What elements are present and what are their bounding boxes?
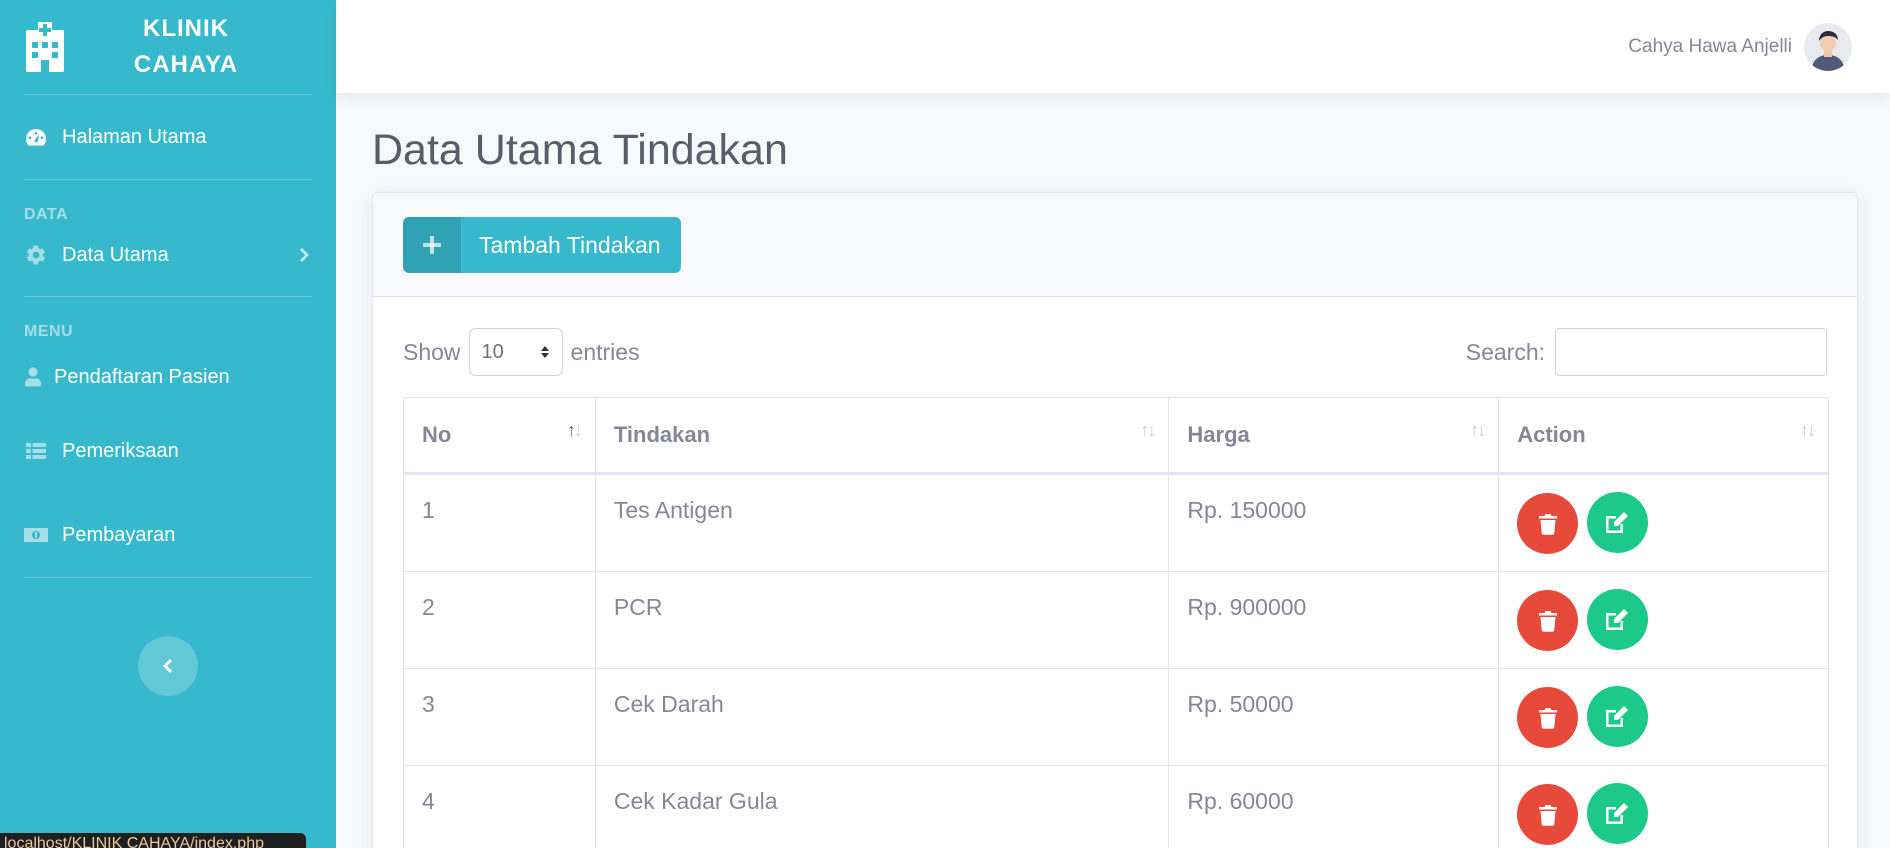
add-tindakan-button[interactable]: Tambah Tindakan xyxy=(403,217,681,273)
table-header-row: No ↑↓ Tindakan ↑↓ Harga ↑↓ Action ↑↓ xyxy=(403,397,1829,475)
sidebar-item-label: Pendaftaran Pasien xyxy=(54,365,230,388)
column-header-action[interactable]: Action ↑↓ xyxy=(1498,397,1829,475)
column-label: No xyxy=(422,422,452,447)
cell-action xyxy=(1498,571,1829,669)
hospital-icon xyxy=(26,22,64,72)
cell-harga: Rp. 900000 xyxy=(1168,571,1500,669)
cell-harga: Rp. 50000 xyxy=(1168,668,1500,766)
edit-button[interactable] xyxy=(1586,492,1648,553)
topbar: Cahya Hawa Anjelli xyxy=(336,0,1890,93)
sidebar: KLINIK CAHAYA Halaman Utama DATA Data Ut… xyxy=(0,0,336,848)
table-row: 2 PCR Rp. 900000 xyxy=(403,571,1829,669)
table-row: 4 Cek Kadar Gula Rp. 60000 xyxy=(403,765,1829,848)
brand-line-1: KLINIK xyxy=(143,15,229,42)
cell-tindakan: PCR xyxy=(594,571,1170,669)
sidebar-item-pembayaran[interactable]: Pembayaran xyxy=(0,493,336,577)
sort-arrows-icon xyxy=(540,346,549,358)
table-row: 1 Tes Antigen Rp. 150000 xyxy=(403,473,1829,572)
cell-tindakan: Cek Kadar Gula xyxy=(594,765,1170,848)
sort-icon: ↑↓ xyxy=(1470,420,1486,440)
brand-name: KLINIK CAHAYA xyxy=(66,11,336,83)
delete-button[interactable] xyxy=(1517,493,1579,554)
sidebar-item-label: Pembayaran xyxy=(62,523,176,546)
status-bar-url: localhost/KLINIK CAHAYA/index.php xyxy=(0,833,306,848)
column-header-tindakan[interactable]: Tindakan ↑↓ xyxy=(594,397,1170,475)
user-icon xyxy=(24,366,42,388)
column-header-no[interactable]: No ↑↓ xyxy=(403,397,596,475)
column-label: Action xyxy=(1517,422,1586,447)
sidebar-heading-data: DATA xyxy=(24,206,69,223)
cell-no: 3 xyxy=(403,668,596,766)
dashboard-icon xyxy=(24,126,48,148)
cell-no: 4 xyxy=(403,765,596,848)
table-search: Search: xyxy=(1466,328,1827,376)
sidebar-item-label: Data Utama xyxy=(62,243,169,266)
delete-button[interactable] xyxy=(1517,590,1579,651)
sidebar-item-label: Halaman Utama xyxy=(62,125,207,148)
sort-icon: ↑↓ xyxy=(1140,420,1156,440)
trash-icon xyxy=(1538,610,1557,632)
trash-icon xyxy=(1538,513,1557,535)
entries-select[interactable]: 10 xyxy=(468,328,563,376)
page-title: Data Utama Tindakan xyxy=(372,126,788,174)
delete-button[interactable] xyxy=(1517,687,1579,748)
list-icon xyxy=(24,440,48,462)
table-row: 3 Cek Darah Rp. 50000 xyxy=(403,668,1829,766)
edit-icon xyxy=(1606,511,1629,533)
tindakan-table: No ↑↓ Tindakan ↑↓ Harga ↑↓ Action ↑↓ 1 Tes A… xyxy=(403,397,1829,848)
sidebar-item-label: Pemeriksaan xyxy=(62,439,179,462)
show-label: Show xyxy=(403,338,461,365)
trash-icon xyxy=(1538,707,1557,729)
delete-button[interactable] xyxy=(1517,784,1579,845)
sidebar-divider xyxy=(24,577,312,578)
table-controls: Show 10 entries Search: xyxy=(403,327,1827,377)
cell-no: 2 xyxy=(403,571,596,669)
add-tindakan-label: Tambah Tindakan xyxy=(479,231,661,258)
cell-tindakan: Cek Darah xyxy=(594,668,1170,766)
cell-action xyxy=(1498,473,1829,572)
search-input[interactable] xyxy=(1555,328,1827,376)
cell-tindakan: Tes Antigen xyxy=(594,473,1170,572)
entries-length: Show 10 entries xyxy=(403,328,640,376)
sidebar-item-pendaftaran-pasien[interactable]: Pendaftaran Pasien xyxy=(0,345,336,409)
card-header: Tambah Tindakan xyxy=(373,193,1857,297)
cell-action xyxy=(1498,765,1829,848)
entries-label: entries xyxy=(570,338,640,365)
brand-line-2: CAHAYA xyxy=(133,51,239,78)
sidebar-item-data-utama[interactable]: Data Utama xyxy=(0,228,336,282)
entries-select-value: 10 xyxy=(481,340,504,363)
column-header-harga[interactable]: Harga ↑↓ xyxy=(1168,397,1500,475)
cell-no: 1 xyxy=(403,473,596,572)
edit-button[interactable] xyxy=(1586,783,1648,844)
gear-icon xyxy=(24,244,48,266)
brand[interactable]: KLINIK CAHAYA xyxy=(0,0,336,94)
edit-icon xyxy=(1606,802,1629,824)
sort-asc-icon: ↑↓ xyxy=(566,420,583,440)
chevron-left-icon xyxy=(163,659,172,673)
user-name[interactable]: Cahya Hawa Anjelli xyxy=(1628,36,1792,58)
search-label: Search: xyxy=(1465,338,1545,365)
column-label: Tindakan xyxy=(613,422,711,447)
column-label: Harga xyxy=(1187,422,1250,447)
avatar[interactable] xyxy=(1804,22,1852,71)
edit-button[interactable] xyxy=(1586,589,1648,650)
sidebar-item-pemeriksaan[interactable]: Pemeriksaan xyxy=(0,409,336,493)
edit-icon xyxy=(1606,608,1629,630)
cell-action xyxy=(1498,668,1829,766)
edit-button[interactable] xyxy=(1586,686,1648,747)
sort-icon: ↑↓ xyxy=(1800,420,1816,440)
cell-harga: Rp. 150000 xyxy=(1168,473,1500,572)
money-icon xyxy=(24,524,48,546)
trash-icon xyxy=(1538,804,1557,826)
sidebar-heading-menu: MENU xyxy=(24,323,74,340)
sidebar-item-halaman-utama[interactable]: Halaman Utama xyxy=(0,95,336,179)
data-card: Tambah Tindakan Show 10 entries Search: … xyxy=(372,192,1858,848)
chevron-right-icon xyxy=(300,248,309,262)
cell-harga: Rp. 60000 xyxy=(1168,765,1500,848)
sidebar-toggle-button[interactable] xyxy=(138,636,198,696)
edit-icon xyxy=(1606,705,1629,727)
plus-icon xyxy=(403,217,461,273)
